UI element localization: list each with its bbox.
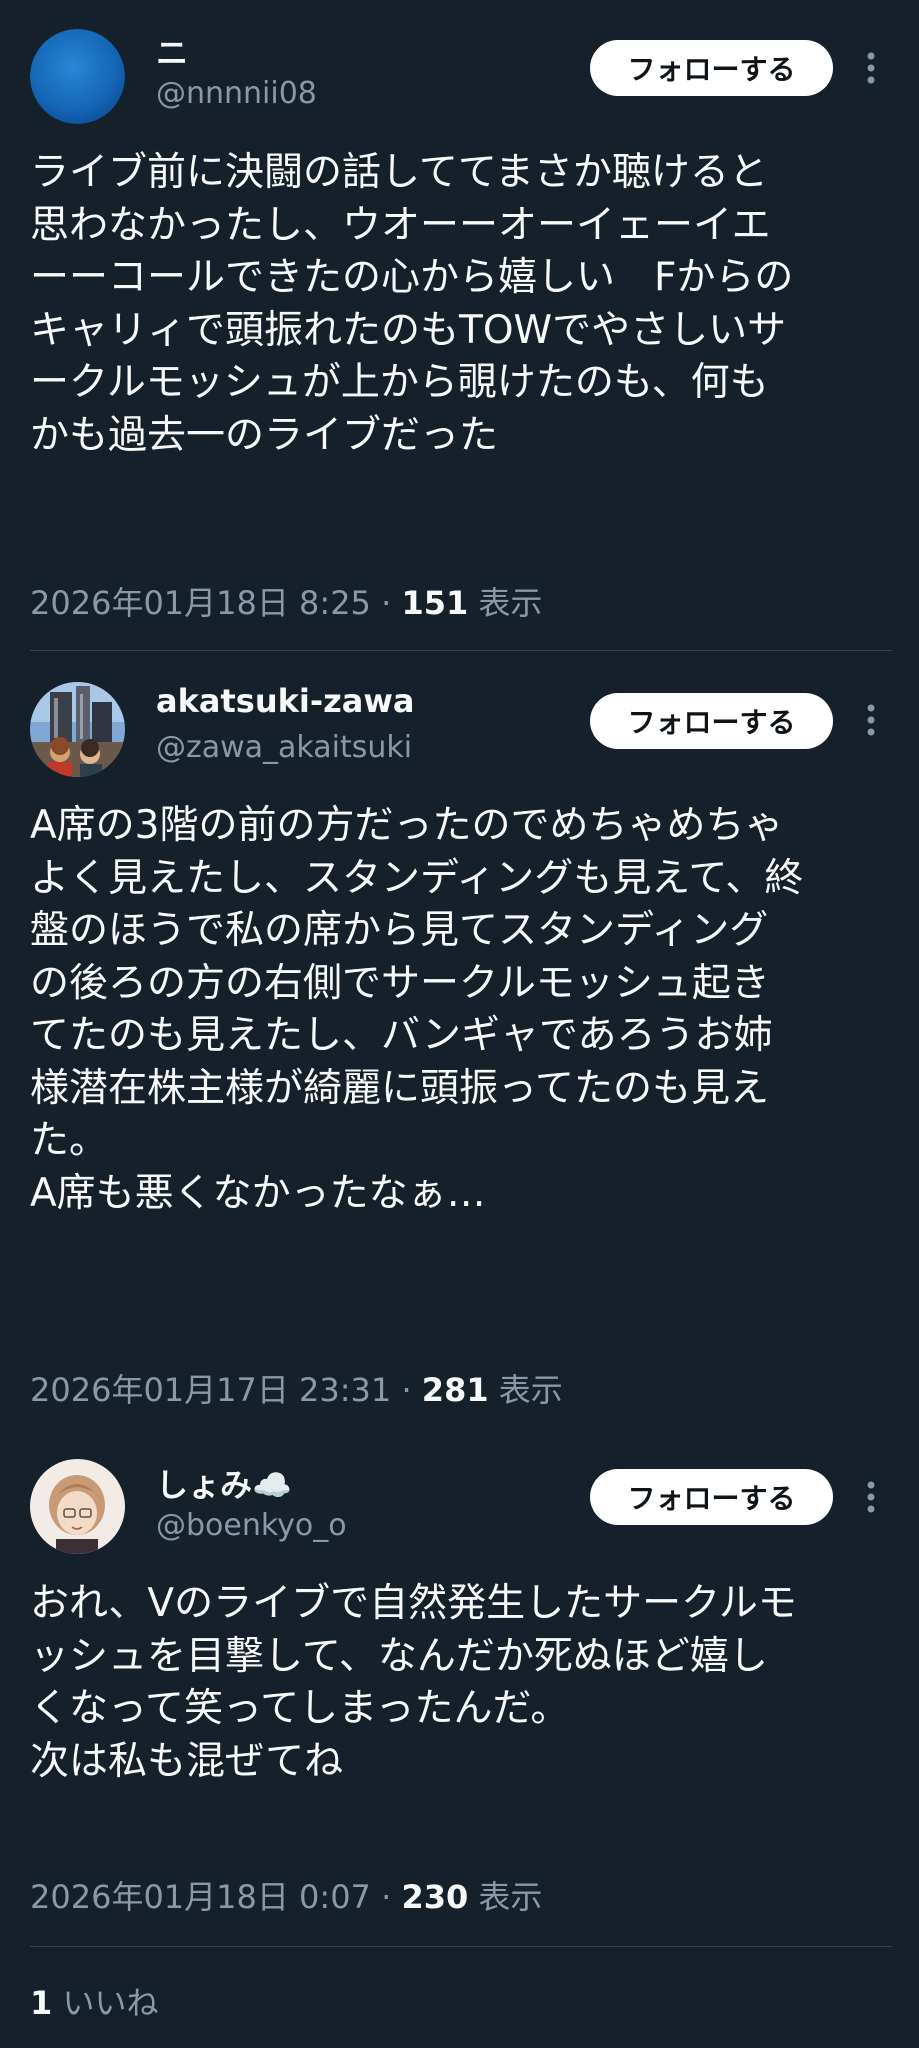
text-line: た。 (30, 1118, 109, 1163)
text-line: ーーコールできたの心から嬉しい Fからの (30, 255, 794, 300)
avatar[interactable] (30, 1459, 125, 1554)
post-meta: 2026年01月18日 0:07 · 230 表示 (30, 1872, 542, 1918)
text-line: 次は私も混ぜてね (30, 1738, 344, 1784)
view-label: 表示 (468, 1878, 543, 1916)
avatar[interactable] (30, 682, 125, 777)
post-date[interactable]: 2026年01月17日 23:31 · (30, 1371, 422, 1409)
user-handle[interactable]: @nnnnii08 (156, 76, 317, 111)
divider (30, 1946, 892, 1947)
text-line: ライブ前に決闘の話しててまさか聴けると (30, 150, 768, 195)
more-vertical-icon[interactable] (862, 48, 880, 88)
text-line: よく見えたし、スタンディングも見えて、終 (30, 855, 804, 901)
follow-button[interactable]: フォローする (590, 40, 833, 96)
text-line: の後ろの方の右側でサークルモッシュ起き (30, 960, 770, 1006)
text-line: A席も悪くなかったなぁ… (30, 1170, 486, 1216)
view-label: 表示 (488, 1371, 563, 1409)
display-name[interactable]: しょみ☁️ (156, 1460, 292, 1506)
text-line: 思わなかったし、ウオーーオーイェーイエ (30, 202, 771, 248)
text-line: かも過去一のライブだった (30, 412, 499, 458)
text-line: くなって笑ってしまったんだ。 (30, 1686, 570, 1731)
view-count: 151 (401, 584, 469, 622)
post-meta: 2026年01月18日 8:25 · 151 表示 (30, 578, 542, 624)
follow-button[interactable]: フォローする (590, 1469, 833, 1525)
like-label: いいね (52, 1984, 159, 2022)
view-label: 表示 (468, 584, 543, 622)
post-text: ライブ前に決闘の話しててまさか聴けると 思わなかったし、ウオーーオーイェーイエ … (30, 147, 900, 462)
text-line: ークルモッシュが上から覗けたのも、何も (30, 360, 769, 405)
post-date[interactable]: 2026年01月18日 8:25 · (30, 584, 401, 622)
text-line: A席の3階の前の方だったのでめちゃめちゃ (30, 803, 784, 848)
user-handle[interactable]: @zawa_akaitsuki (156, 730, 412, 765)
user-handle[interactable]: @boenkyo_o (156, 1508, 347, 1543)
post-date[interactable]: 2026年01月18日 0:07 · (30, 1878, 401, 1916)
text-line: てたのも見えたし、バンギャであろうお姉 (30, 1013, 773, 1058)
display-name[interactable]: ニ (156, 28, 188, 74)
display-name[interactable]: akatsuki-zawa (156, 682, 415, 720)
post-text: A席の3階の前の方だったのでめちゃめちゃ よく見えたし、スタンディングも見えて、… (30, 800, 900, 1220)
like-number: 1 (30, 1984, 53, 2022)
text-line: おれ、Vのライブで自然発生したサークルモ (30, 1581, 797, 1626)
avatar[interactable] (30, 29, 125, 124)
like-count[interactable]: 1 いいね (30, 1978, 158, 2024)
post-meta: 2026年01月17日 23:31 · 281 表示 (30, 1365, 563, 1411)
follow-button[interactable]: フォローする (590, 693, 833, 749)
text-line: 盤のほうで私の席から見てスタンディング (30, 908, 769, 953)
text-line: ッシュを目撃して、なんだか死ぬほど嬉し (30, 1633, 768, 1679)
text-line: キャリィで頭振れたのもTOWでやさしいサ (30, 307, 787, 353)
view-count: 281 (421, 1371, 489, 1409)
post-text: おれ、Vのライブで自然発生したサークルモ ッシュを目撃して、なんだか死ぬほど嬉し… (30, 1578, 900, 1788)
text-line: 様潜在株主様が綺麗に頭振ってたのも見え (30, 1065, 770, 1111)
more-vertical-icon[interactable] (862, 1477, 880, 1517)
more-vertical-icon[interactable] (862, 700, 880, 740)
divider (30, 650, 892, 651)
view-count: 230 (401, 1878, 469, 1916)
